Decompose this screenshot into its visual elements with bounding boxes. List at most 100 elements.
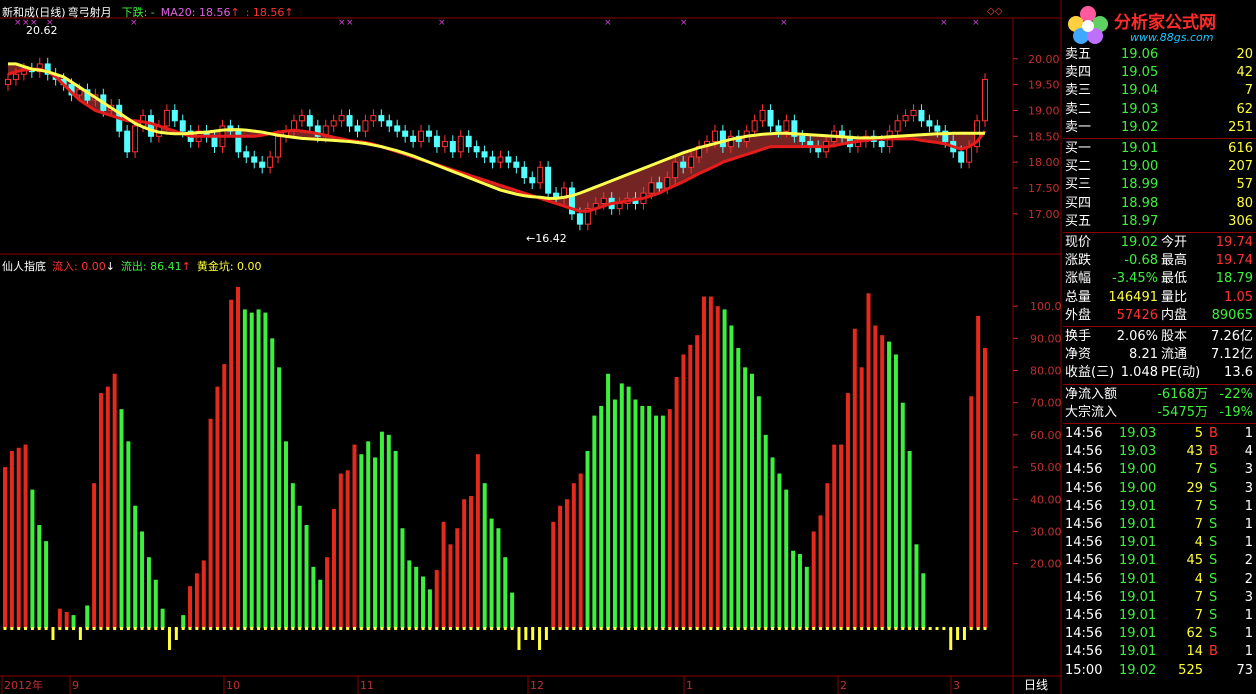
tick-row[interactable]: 14:56 19.01 4 S 2 xyxy=(1063,571,1256,589)
candle-body xyxy=(275,135,282,158)
candle-body xyxy=(465,135,472,148)
outflow-label: 流出: 86.41 xyxy=(120,260,182,273)
baseline-dot xyxy=(85,627,89,630)
candle-body xyxy=(132,125,139,153)
period-label[interactable]: 日线 xyxy=(1024,678,1048,692)
tick-side: B xyxy=(1209,426,1218,441)
tick-side: S xyxy=(1209,589,1218,605)
candle-body xyxy=(338,115,345,122)
indicator-bar xyxy=(181,615,186,628)
indicator-bar xyxy=(839,444,844,628)
quote-row: 涨幅 -3.45% 最低 18.79 xyxy=(1063,270,1256,288)
event-x-marker: × xyxy=(338,18,346,28)
fundamental-label: 换手 xyxy=(1065,329,1092,344)
candle-body xyxy=(783,120,790,132)
candle-body xyxy=(76,89,83,96)
quote-value: 18.79 xyxy=(1215,271,1253,287)
tick-row[interactable]: 14:56 19.00 29 S 3 xyxy=(1063,480,1256,498)
candle-body xyxy=(910,109,917,117)
tick-side: S xyxy=(1209,626,1218,642)
baseline-dot xyxy=(565,627,569,630)
tick-volume: 5 xyxy=(1194,426,1203,441)
ask-price: 19.06 xyxy=(1121,47,1159,62)
main-chart-area[interactable]: × × × × × × × × × × × × × 20.62 ←16.42 20.0019.5019.… xyxy=(0,0,1062,694)
tick-row[interactable]: 14:56 19.01 7 S 1 xyxy=(1063,498,1256,516)
tick-row[interactable]: 14:56 19.01 4 S 1 xyxy=(1063,534,1256,552)
tick-time: 14:56 xyxy=(1065,535,1103,551)
tick-time: 15:00 xyxy=(1065,662,1103,678)
indicator-title[interactable]: 仙人指底 xyxy=(2,260,46,273)
tick-row[interactable]: 14:56 19.03 43 B 4 xyxy=(1063,443,1256,461)
baseline-dot xyxy=(435,627,439,630)
baseline-dot xyxy=(428,627,432,630)
baseline-dot xyxy=(229,627,233,630)
tick-time: 14:56 xyxy=(1065,608,1103,623)
candle-body xyxy=(719,130,726,148)
last-arrow: ↑ xyxy=(284,6,294,19)
ask-label: 卖五 xyxy=(1065,47,1092,62)
baseline-dot xyxy=(647,627,651,630)
indicator-axis-label: 20.00 xyxy=(1030,558,1062,571)
time-axis-label: 9 xyxy=(72,679,79,692)
indicator-bar xyxy=(983,348,987,628)
baseline-dot xyxy=(517,627,521,630)
gold-pit-bar xyxy=(167,628,171,650)
tick-row[interactable]: 14:56 19.01 62 S 1 xyxy=(1063,625,1256,643)
bid-volume: 80 xyxy=(1236,195,1253,211)
quote-value: 19.02 xyxy=(1120,235,1158,250)
indicator-bar xyxy=(421,576,426,628)
tick-side: B xyxy=(1209,644,1218,660)
indicator-bar xyxy=(194,573,199,628)
indicator-bar xyxy=(976,315,981,628)
indicator-name[interactable]: 弯弓射月 xyxy=(68,6,112,19)
scroll-marks[interactable]: ◇◇ xyxy=(987,6,1003,17)
candle-body xyxy=(259,161,266,168)
indicator-bar xyxy=(345,470,350,628)
baseline-dot xyxy=(825,627,829,630)
quote-value: -3.45% xyxy=(1112,271,1158,287)
tick-row[interactable]: 14:56 19.01 7 S 3 xyxy=(1063,589,1256,607)
tick-volume: 45 xyxy=(1186,553,1203,569)
bid-label: 买三 xyxy=(1065,177,1092,193)
tick-row[interactable]: 14:56 19.01 7 S 1 xyxy=(1063,516,1256,534)
indicator-bar xyxy=(64,611,69,628)
baseline-dot xyxy=(784,627,788,630)
tick-volume: 29 xyxy=(1186,480,1203,496)
baseline-dot xyxy=(133,627,137,630)
stock-title[interactable]: 新和成(日线) xyxy=(2,6,66,19)
indicator-bar xyxy=(236,286,241,628)
indicator-bar xyxy=(654,415,659,628)
baseline-dot xyxy=(771,627,775,630)
quote-row: 总量 146491 量比 1.05 xyxy=(1063,289,1256,307)
tick-side: B xyxy=(1209,444,1218,460)
tick-row[interactable]: 14:56 19.00 7 S 3 xyxy=(1063,461,1256,479)
indicator-bar xyxy=(756,396,761,628)
tick-row[interactable]: 15:00 19.02 525 73 xyxy=(1063,662,1256,680)
indicator-axis-label: 80.00 xyxy=(1030,365,1062,378)
candle-body xyxy=(537,166,544,184)
tick-row[interactable]: 14:56 19.01 14 B 1 xyxy=(1063,643,1256,661)
tick-row[interactable]: 14:56 19.01 45 S 2 xyxy=(1063,552,1256,570)
tick-row[interactable]: 14:56 19.03 5 B 1 xyxy=(1063,425,1256,443)
time-axis-label: 11 xyxy=(360,679,374,692)
candle-body xyxy=(894,120,901,132)
tick-volume: 7 xyxy=(1194,498,1203,514)
panel-divider xyxy=(1063,232,1256,233)
indicator-bar xyxy=(612,399,617,628)
baseline-dot xyxy=(956,627,960,630)
baseline-dot xyxy=(819,627,823,630)
tick-side: S xyxy=(1209,571,1218,587)
baseline-dot xyxy=(620,627,624,630)
site-logo[interactable]: 分析家公式网 www.88gs.com xyxy=(1064,2,1254,46)
baseline-dot xyxy=(558,627,562,630)
candle-body xyxy=(267,156,274,168)
baseline-dot xyxy=(962,627,966,630)
tick-count: 1 xyxy=(1244,498,1253,514)
candle-body xyxy=(410,135,417,142)
outflow-arrow: ↑ xyxy=(181,260,191,273)
fundamental-value: 1.048 xyxy=(1120,365,1158,381)
fundamental-label: 净资 xyxy=(1065,347,1092,363)
candle-body xyxy=(958,151,965,163)
indicator-bar xyxy=(462,499,467,628)
tick-row[interactable]: 14:56 19.01 7 S 1 xyxy=(1063,607,1256,625)
